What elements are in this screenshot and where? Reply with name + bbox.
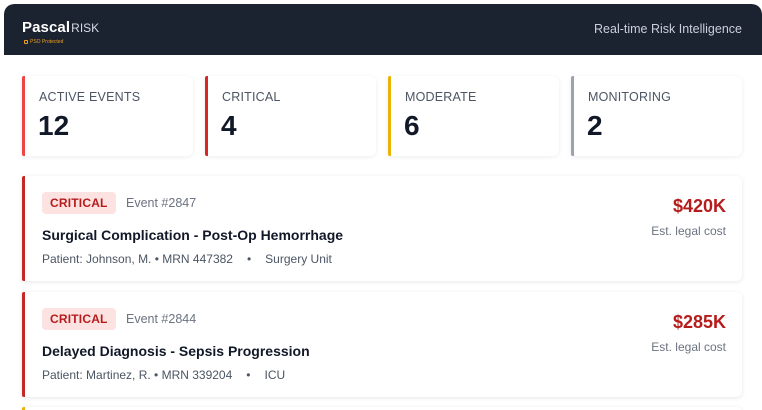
- stat-label: MONITORING: [588, 90, 672, 104]
- event-card[interactable]: CRITICAL Event #2847 Surgical Complicati…: [22, 176, 742, 281]
- event-id: Event #2844: [126, 312, 197, 326]
- meta-separator: •: [246, 252, 252, 266]
- pso-badge-label: PSO Protected: [30, 39, 64, 45]
- event-unit: Surgery Unit: [265, 252, 332, 266]
- meta-separator: •: [246, 368, 251, 382]
- event-card[interactable]: CRITICAL Event #2844 Delayed Diagnosis -…: [22, 292, 742, 397]
- stat-value: 4: [221, 110, 237, 141]
- stat-label: MODERATE: [405, 90, 477, 104]
- event-patient: Patient: Martinez, R. • MRN 339204: [42, 368, 233, 382]
- event-meta: Patient: Johnson, M. • MRN 447382 • Surger…: [42, 252, 332, 266]
- stat-label: ACTIVE EVENTS: [39, 90, 141, 104]
- severity-badge: CRITICAL: [42, 308, 116, 330]
- app-header: PascalRISK PSO Protected Real-time Risk …: [4, 4, 762, 55]
- stat-label: CRITICAL: [222, 90, 281, 104]
- risk-dashboard: PascalRISK PSO Protected Real-time Risk …: [4, 4, 762, 410]
- event-meta: Patient: Martinez, R. • MRN 339204 • ICU: [42, 368, 285, 382]
- stat-card-active-events[interactable]: ACTIVE EVENTS 12: [22, 76, 193, 156]
- event-patient: Patient: Johnson, M. • MRN 447382: [42, 252, 233, 266]
- event-title: Surgical Complication - Post-Op Hemorrha…: [42, 227, 344, 243]
- event-cost-label: Est. legal cost: [651, 224, 726, 238]
- lock-icon: [24, 39, 28, 44]
- header-tagline: Real-time Risk Intelligence: [594, 22, 742, 36]
- event-unit: ICU: [264, 368, 286, 382]
- event-id: Event #2847: [126, 196, 197, 210]
- stat-card-monitoring[interactable]: MONITORING 2: [571, 76, 742, 156]
- stats-row: ACTIVE EVENTS 12 CRITICAL 4 MODERATE 6 M…: [22, 76, 744, 156]
- stat-value: 2: [587, 110, 603, 141]
- event-cost-label: Est. legal cost: [651, 340, 726, 354]
- pso-badge: PSO Protected: [24, 39, 63, 45]
- stat-value: 6: [404, 110, 420, 141]
- brand-name: Pascal: [22, 19, 71, 36]
- stat-card-moderate[interactable]: MODERATE 6: [388, 76, 559, 156]
- event-cost: $420K: [672, 196, 726, 216]
- event-cost: $285K: [672, 312, 726, 332]
- event-title: Delayed Diagnosis - Sepsis Progression: [42, 343, 310, 359]
- brand-suffix: RISK: [71, 21, 100, 35]
- severity-badge: CRITICAL: [42, 192, 116, 214]
- stat-card-critical[interactable]: CRITICAL 4: [205, 76, 376, 156]
- brand-logo[interactable]: PascalRISK PSO Protected: [22, 19, 99, 49]
- stat-value: 12: [38, 110, 70, 141]
